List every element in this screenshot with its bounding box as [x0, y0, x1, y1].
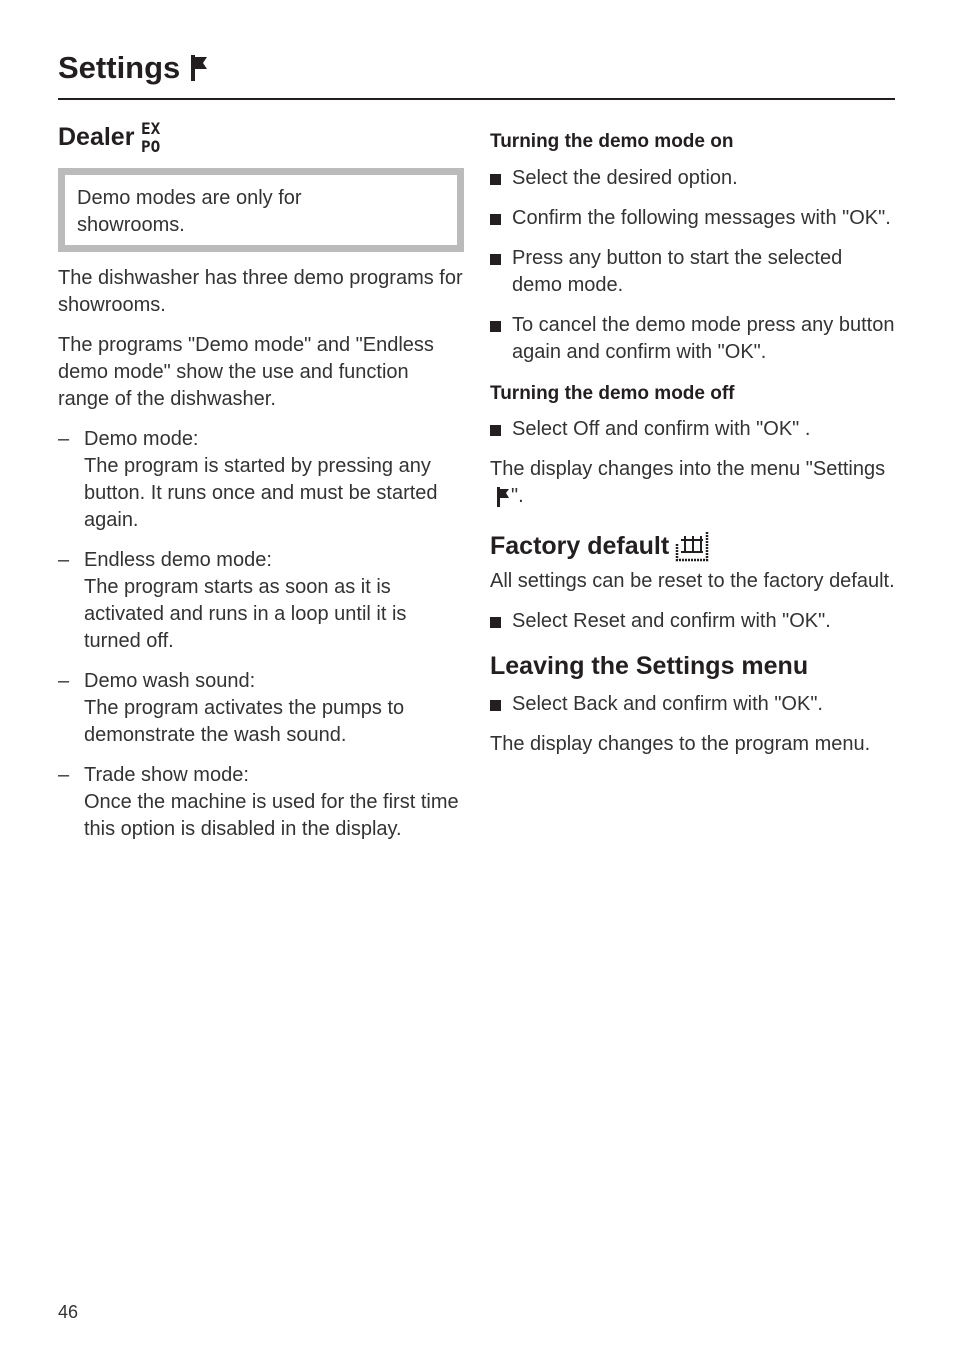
- demo-off-steps: Select Off and confirm with "OK" .: [490, 416, 895, 443]
- leaving-heading: Leaving the Settings menu: [490, 652, 809, 681]
- dealer-heading: Dealer EX PO: [58, 118, 464, 156]
- demo-on-steps: Select the desired option. Confirm the f…: [490, 165, 895, 366]
- factory-text: All settings can be reset to the factory…: [490, 570, 895, 593]
- bullet-icon: [490, 173, 501, 185]
- step-text: Press any button to start the selected d…: [512, 246, 843, 296]
- mode-description: The program starts as soon as it is acti…: [84, 576, 407, 652]
- intro-paragraph-1: The dishwasher has three demo programs f…: [58, 267, 463, 316]
- result-text-suffix: ".: [511, 485, 524, 508]
- mode-description: The program activates the pumps to demon…: [84, 697, 405, 746]
- flag-icon: [191, 55, 208, 81]
- result-text: The display changes into the menu "Setti…: [490, 458, 886, 481]
- mode-description: The program is started by pressing any b…: [84, 455, 438, 531]
- factory-heading-text: Factory default: [490, 532, 670, 561]
- mode-description: Once the machine is used for the first t…: [84, 791, 459, 840]
- step-text: Select Back and confirm with "OK".: [512, 693, 823, 716]
- leaving-result: The display changes to the program menu.: [490, 733, 871, 756]
- list-item: Select Off and confirm with "OK" .: [490, 416, 895, 443]
- leaving-steps: Select Back and confirm with "OK".: [490, 691, 895, 718]
- mode-name: Trade show mode:: [84, 764, 249, 786]
- note-box: Demo modes are only for showrooms.: [58, 168, 464, 252]
- mode-name: Endless demo mode:: [84, 549, 272, 571]
- dealer-heading-text: Dealer: [58, 123, 135, 151]
- svg-text:EX: EX: [141, 119, 161, 138]
- page-number: 46: [58, 1302, 79, 1322]
- list-item: Select Reset and confirm with "OK".: [490, 608, 895, 635]
- factory-icon: [675, 532, 709, 562]
- right-column: Turning the demo mode on Select the desi…: [490, 130, 895, 771]
- page-title-text: Settings: [58, 50, 181, 85]
- expo-icon: EX PO: [141, 119, 161, 156]
- bullet-icon: [490, 253, 501, 265]
- list-item: Trade show mode: Once the machine is used…: [58, 762, 464, 843]
- list-item: Press any button to start the selected d…: [490, 245, 895, 299]
- mode-name: Demo wash sound:: [84, 670, 256, 692]
- left-column: Dealer EX PO Demo modes are only for sho…: [58, 118, 464, 856]
- step-text: To cancel the demo mode press any button…: [512, 313, 895, 363]
- list-item: Confirm the following messages with "OK"…: [490, 205, 895, 232]
- flag-icon: [497, 487, 509, 508]
- step-text: Confirm the following messages with "OK"…: [512, 206, 891, 229]
- bullet-icon: [490, 700, 501, 712]
- factory-default-heading: Factory default: [490, 530, 895, 562]
- demo-off-result: The display changes into the menu "Setti…: [490, 456, 895, 510]
- list-item: Select the desired option.: [490, 165, 895, 192]
- intro-paragraph-2: The programs "Demo mode" and "Endless de…: [58, 334, 434, 410]
- list-item: To cancel the demo mode press any button…: [490, 312, 895, 366]
- list-item: Endless demo mode: The program starts as …: [58, 547, 464, 655]
- header-rule: [58, 98, 895, 100]
- bullet-icon: [490, 425, 501, 437]
- step-text: Select the desired option.: [512, 166, 738, 189]
- svg-text:PO: PO: [141, 137, 160, 156]
- factory-steps: Select Reset and confirm with "OK".: [490, 608, 895, 635]
- demo-off-heading: Turning the demo mode off: [490, 382, 735, 404]
- bullet-icon: [490, 617, 501, 629]
- list-item: Select Back and confirm with "OK".: [490, 691, 895, 718]
- bullet-icon: [490, 213, 501, 225]
- list-item: Demo mode: The program is started by pres…: [58, 426, 464, 534]
- step-text: Select Reset and confirm with "OK".: [512, 610, 831, 633]
- step-text: Select Off and confirm with "OK" .: [512, 418, 811, 441]
- bullet-icon: [490, 320, 501, 332]
- mode-name: Demo mode:: [84, 428, 199, 450]
- page-title: Settings: [58, 50, 211, 86]
- list-item: Demo wash sound: The program activates th…: [58, 668, 464, 749]
- demo-on-heading: Turning the demo mode on: [490, 131, 734, 152]
- demo-modes-list: Demo mode: The program is started by pres…: [58, 426, 464, 843]
- note-text: Demo modes are only for showrooms.: [77, 187, 302, 236]
